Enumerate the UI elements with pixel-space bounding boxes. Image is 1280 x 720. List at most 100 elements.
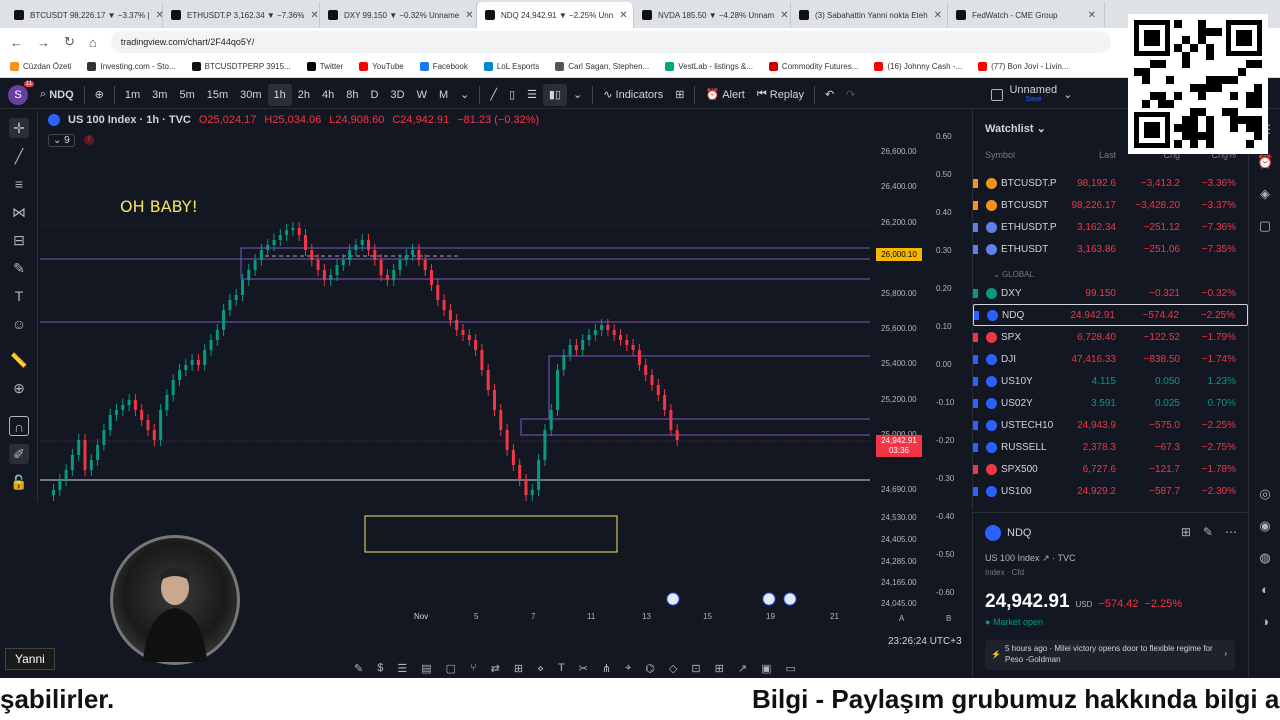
economic-event-icon[interactable] [666, 592, 680, 606]
back-icon[interactable]: ← [10, 35, 23, 50]
watchlist-row[interactable]: US10Y 4.115 0.050 1.23% [973, 370, 1248, 392]
symbol-search[interactable]: ⌕ NDQ [34, 84, 80, 106]
url-field[interactable]: tradingview.com/chart/2F44qo5Y/ [110, 31, 1111, 53]
lock-icon[interactable]: 🔓 [9, 472, 29, 492]
grid-icon[interactable]: ⊞ [514, 662, 523, 678]
emoji-icon[interactable]: ☺ [9, 314, 29, 334]
watchlist-row[interactable]: NDQ 24,942.91 −574.42 −2.25% [973, 304, 1248, 326]
split-icon[interactable]: ⋔ [602, 662, 611, 678]
browser-tab[interactable]: ETHUSDT.P 3,162.34 ▼ −7.36% ✕ [163, 2, 320, 28]
watchlist-row[interactable]: ETHUSDT 3,163.86 −251.06 −7.35% [973, 238, 1248, 260]
chart-icon[interactable]: ⌖ [625, 662, 631, 678]
interval-30m[interactable]: 30m [234, 84, 267, 106]
watchlist-row[interactable]: DJI 47,416.33 −838.50 −1.74% [973, 348, 1248, 370]
bookmark-item[interactable]: BTCUSDTPERP 3915... [191, 62, 291, 71]
flow-icon[interactable]: ⇄ [491, 662, 500, 678]
signal-icon[interactable]: ◉ [1257, 518, 1273, 534]
watchlist-row[interactable]: USTECH10 24,943.9 −575.0 −2.25% [973, 414, 1248, 436]
watchlist-row[interactable]: DXY 99.150 −0.321 −0.32% [973, 282, 1248, 304]
interval-8h[interactable]: 8h [340, 84, 364, 106]
interval-3m[interactable]: 3m [146, 84, 173, 106]
interval-1m[interactable]: 1m [119, 84, 146, 106]
grid-icon[interactable]: ⊞ [1181, 525, 1191, 539]
image-icon[interactable]: ▣ [761, 662, 771, 678]
table-icon[interactable]: ⊞ [715, 662, 724, 678]
bookmark-item[interactable]: Facebook [419, 62, 468, 71]
stay-drawing-icon[interactable]: ✐ [9, 444, 29, 464]
redo-icon[interactable]: ↷ [840, 84, 861, 106]
economic-event-icon[interactable] [762, 592, 776, 606]
layers-icon[interactable]: ◈ [1257, 186, 1273, 202]
bookmark-item[interactable]: LoL Esports [483, 62, 539, 71]
chevron-down-icon[interactable]: ⌄ [454, 84, 475, 106]
scissors-icon[interactable]: ✂ [579, 662, 588, 678]
details-name[interactable]: US 100 Index [985, 553, 1040, 563]
chart-type-icon[interactable]: ▮▯ [542, 83, 568, 106]
bars-icon[interactable]: ☰ [521, 84, 543, 106]
calendar-icon[interactable]: ◐ [1257, 582, 1273, 598]
price-scale[interactable]: 26,600.00 26,400.00 26,200.00 25,800.00 25,6… [873, 110, 927, 626]
user-avatar[interactable]: S 11 [8, 80, 34, 105]
home-icon[interactable]: ⌂ [89, 35, 97, 50]
interval-D[interactable]: D [365, 84, 385, 106]
alerts-icon[interactable]: ⏰ [1257, 154, 1273, 170]
bookmark-item[interactable]: Twitter [306, 62, 343, 71]
interval-1h[interactable]: 1h [267, 83, 292, 106]
brush-icon[interactable]: ✎ [9, 258, 29, 278]
watchlist-row[interactable]: US02Y 3.591 0.025 0.70% [973, 392, 1248, 414]
interval-3D[interactable]: 3D [385, 84, 411, 106]
alert-button[interactable]: ⏰ Alert [699, 84, 750, 106]
more-icon[interactable]: ▭ [785, 662, 795, 678]
browser-tab[interactable]: FedWatch - CME Group ✕ [948, 2, 1105, 28]
compare-icon[interactable]: ⊕ [89, 84, 110, 106]
global-section-label[interactable]: ⌄ GLOBAL [993, 270, 1034, 279]
bars-icon[interactable]: ▤ [421, 662, 431, 678]
list-icon[interactable]: ☰ [397, 662, 407, 678]
auto-scale-toggle[interactable]: A [899, 614, 904, 623]
col-last[interactable]: Last [1099, 150, 1116, 160]
zoom-icon[interactable]: ⊕ [9, 378, 29, 398]
replay-button[interactable]: ⏮ Replay [751, 84, 810, 106]
layouts-icon[interactable]: ⊞ [669, 84, 690, 106]
close-icon[interactable]: ✕ [310, 10, 318, 21]
candles-icon[interactable]: ▯ [503, 84, 521, 106]
trend-line-icon[interactable]: ╱ [9, 146, 29, 166]
bookmark-item[interactable]: Investing.com - Sto... [87, 62, 176, 71]
interval-M[interactable]: M [433, 84, 454, 106]
bookmark-item[interactable]: YouTube [359, 62, 404, 71]
magnet-icon[interactable]: ∩ [9, 416, 29, 436]
chevron-down-icon[interactable]: ⌄ [567, 84, 588, 106]
col-symbol[interactable]: Symbol [985, 150, 1015, 160]
position-icon[interactable]: ⊟ [9, 230, 29, 250]
watchlist-title[interactable]: Watchlist ⌄ [985, 122, 1046, 135]
more-icon[interactable]: ⋯ [1225, 525, 1237, 539]
hotlist-icon[interactable]: ◍ [1257, 550, 1273, 566]
close-icon[interactable]: ✕ [780, 10, 788, 21]
interval-5m[interactable]: 5m [173, 84, 200, 106]
browser-tab[interactable]: NDQ 24,942.91 ▼ −2.25% Unn ✕ [477, 2, 634, 28]
close-icon[interactable]: ✕ [465, 10, 473, 21]
target-icon[interactable]: ◎ [1257, 486, 1273, 502]
browser-tab[interactable]: (3) Sabahattin Yanni nokta Eteh ✕ [791, 2, 948, 28]
bookmark-item[interactable]: (16) Johnny Cash -... [874, 62, 962, 71]
bookmark-item[interactable]: (77) Bon Jovi - Livin... [978, 62, 1068, 71]
ideas-icon[interactable]: ◑ [1257, 614, 1273, 630]
browser-tab[interactable]: NVDA 185.50 ▼ −4.28% Unnam ✕ [634, 2, 791, 28]
browser-tab[interactable]: DXY 99.150 ▼ −0.32% Unname ✕ [320, 2, 477, 28]
node-icon[interactable]: ⋄ [537, 662, 544, 678]
layout-icon[interactable]: ⊡ [691, 662, 700, 678]
mark-icon[interactable]: ◇ [669, 662, 677, 678]
close-icon[interactable]: ✕ [619, 10, 627, 21]
interval-4h[interactable]: 4h [316, 84, 340, 106]
pencil-icon[interactable]: ✎ [354, 662, 363, 678]
chat-icon[interactable]: ▢ [1257, 218, 1273, 234]
undo-icon[interactable]: ↶ [819, 84, 840, 106]
watchlist-row[interactable]: US100 24,929.2 −587.7 −2.30% [973, 480, 1248, 502]
watchlist-row[interactable]: BTCUSDT 98,226.17 −3,428.20 −3.37% [973, 194, 1248, 216]
interval-W[interactable]: W [411, 84, 433, 106]
comment-icon[interactable]: ▢ [446, 662, 456, 678]
watchlist-row[interactable]: RUSSELL 2,378.3 −67.3 −2.75% [973, 436, 1248, 458]
close-icon[interactable]: ✕ [934, 10, 942, 21]
watchlist-row[interactable]: SPX500 6,727.6 −121.7 −1.78% [973, 458, 1248, 480]
watchlist-row[interactable]: BTCUSDT.P 98,192.6 −3,413.2 −3.36% [973, 172, 1248, 194]
